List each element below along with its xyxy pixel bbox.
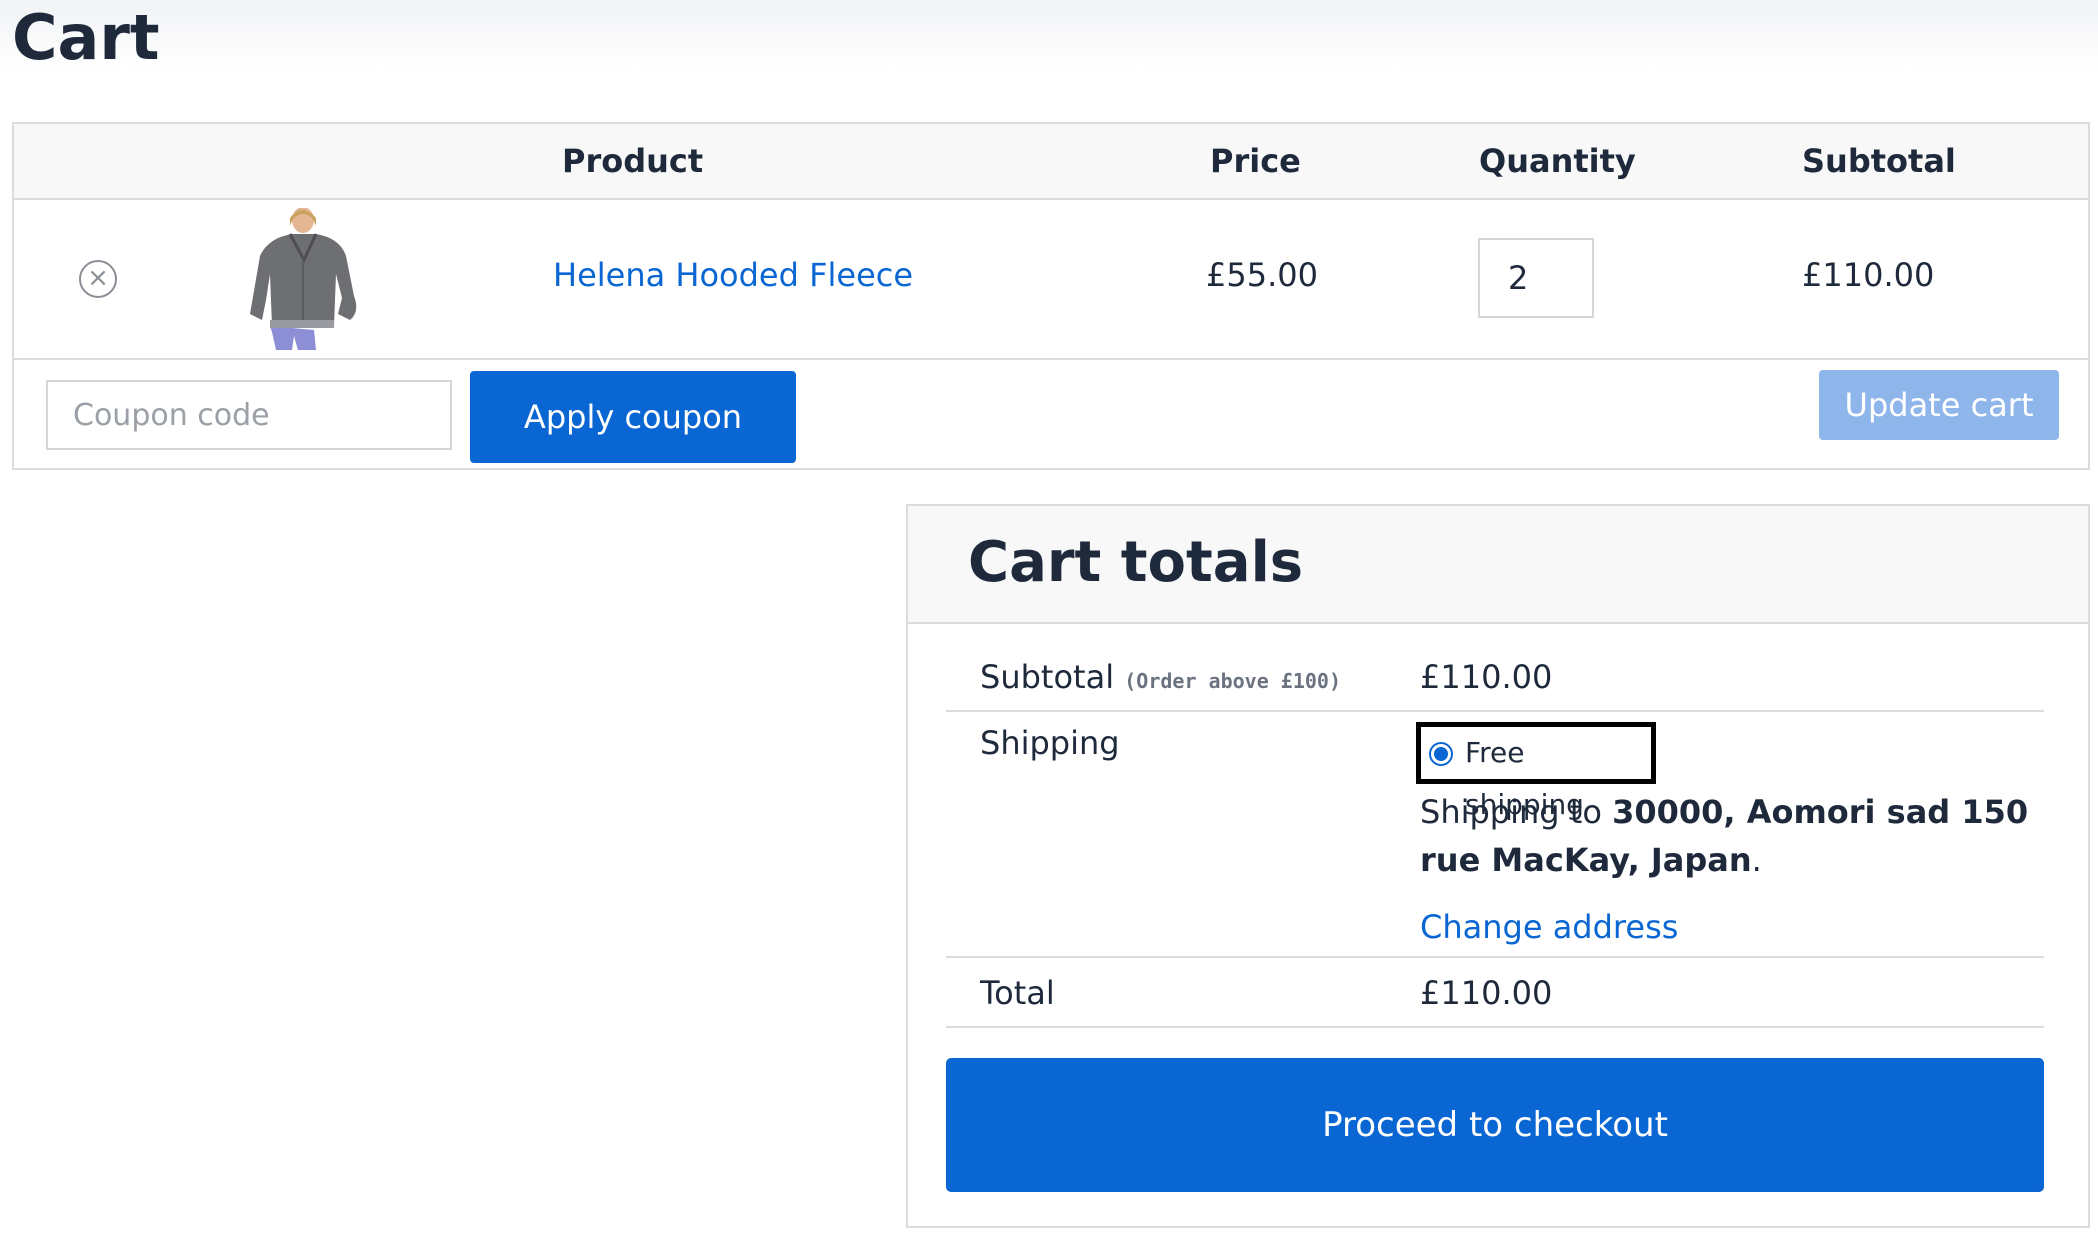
apply-coupon-button[interactable]: Apply coupon bbox=[470, 371, 796, 463]
divider bbox=[946, 1026, 2044, 1028]
remove-item-button[interactable]: × bbox=[79, 260, 117, 298]
quantity-input[interactable]: 2 bbox=[1478, 238, 1594, 318]
free-shipping-option[interactable]: Free shipping bbox=[1416, 722, 1656, 821]
cart-totals-header: Cart totals bbox=[908, 506, 2088, 624]
header-price: Price bbox=[1210, 142, 1301, 180]
shipping-label: Shipping bbox=[980, 724, 1120, 762]
divider bbox=[946, 710, 2044, 712]
cart-totals-panel: Cart totals Subtotal (Order above £100) … bbox=[906, 504, 2090, 1228]
header-product: Product bbox=[562, 142, 704, 180]
top-bar-gradient bbox=[0, 0, 2098, 70]
total-value: £110.00 bbox=[1420, 974, 1553, 1012]
update-cart-button[interactable]: Update cart bbox=[1819, 370, 2059, 440]
subtotal-label: Subtotal (Order above £100) bbox=[980, 658, 1341, 696]
table-header: Product Price Quantity Subtotal bbox=[14, 124, 2088, 200]
header-quantity: Quantity bbox=[1479, 142, 1636, 180]
divider bbox=[946, 956, 2044, 958]
shipping-destination: Shipping to 30000, Aomori sad 150 rue Ma… bbox=[1420, 788, 2060, 884]
page-title: Cart bbox=[12, 1, 160, 74]
subtotal-value: £110.00 bbox=[1420, 658, 1553, 696]
cart-item-row: × Helena Hooded Fleece £55.00 2 £110.00 bbox=[14, 200, 2088, 360]
proceed-to-checkout-button[interactable]: Proceed to checkout bbox=[946, 1058, 2044, 1192]
close-circle-icon: × bbox=[87, 263, 109, 293]
coupon-code-input[interactable] bbox=[46, 380, 452, 450]
subtotal-note: (Order above £100) bbox=[1124, 669, 1341, 693]
header-subtotal: Subtotal bbox=[1802, 142, 1956, 180]
shipping-radio[interactable] bbox=[1429, 742, 1453, 766]
cart-actions: Apply coupon Update cart bbox=[14, 360, 2088, 470]
change-address-link[interactable]: Change address bbox=[1420, 908, 1678, 946]
shipping-prefix: Shipping to bbox=[1420, 793, 1613, 831]
total-label: Total bbox=[980, 974, 1055, 1012]
cart-totals-title: Cart totals bbox=[968, 530, 1304, 595]
cart-table: Product Price Quantity Subtotal × Helena… bbox=[12, 122, 2090, 470]
product-name-link[interactable]: Helena Hooded Fleece bbox=[553, 256, 913, 294]
item-subtotal: £110.00 bbox=[1802, 256, 1935, 294]
subtotal-label-text: Subtotal bbox=[980, 658, 1115, 696]
item-price: £55.00 bbox=[1206, 256, 1318, 294]
shipping-suffix: . bbox=[1751, 841, 1762, 879]
product-thumbnail[interactable] bbox=[242, 208, 366, 350]
